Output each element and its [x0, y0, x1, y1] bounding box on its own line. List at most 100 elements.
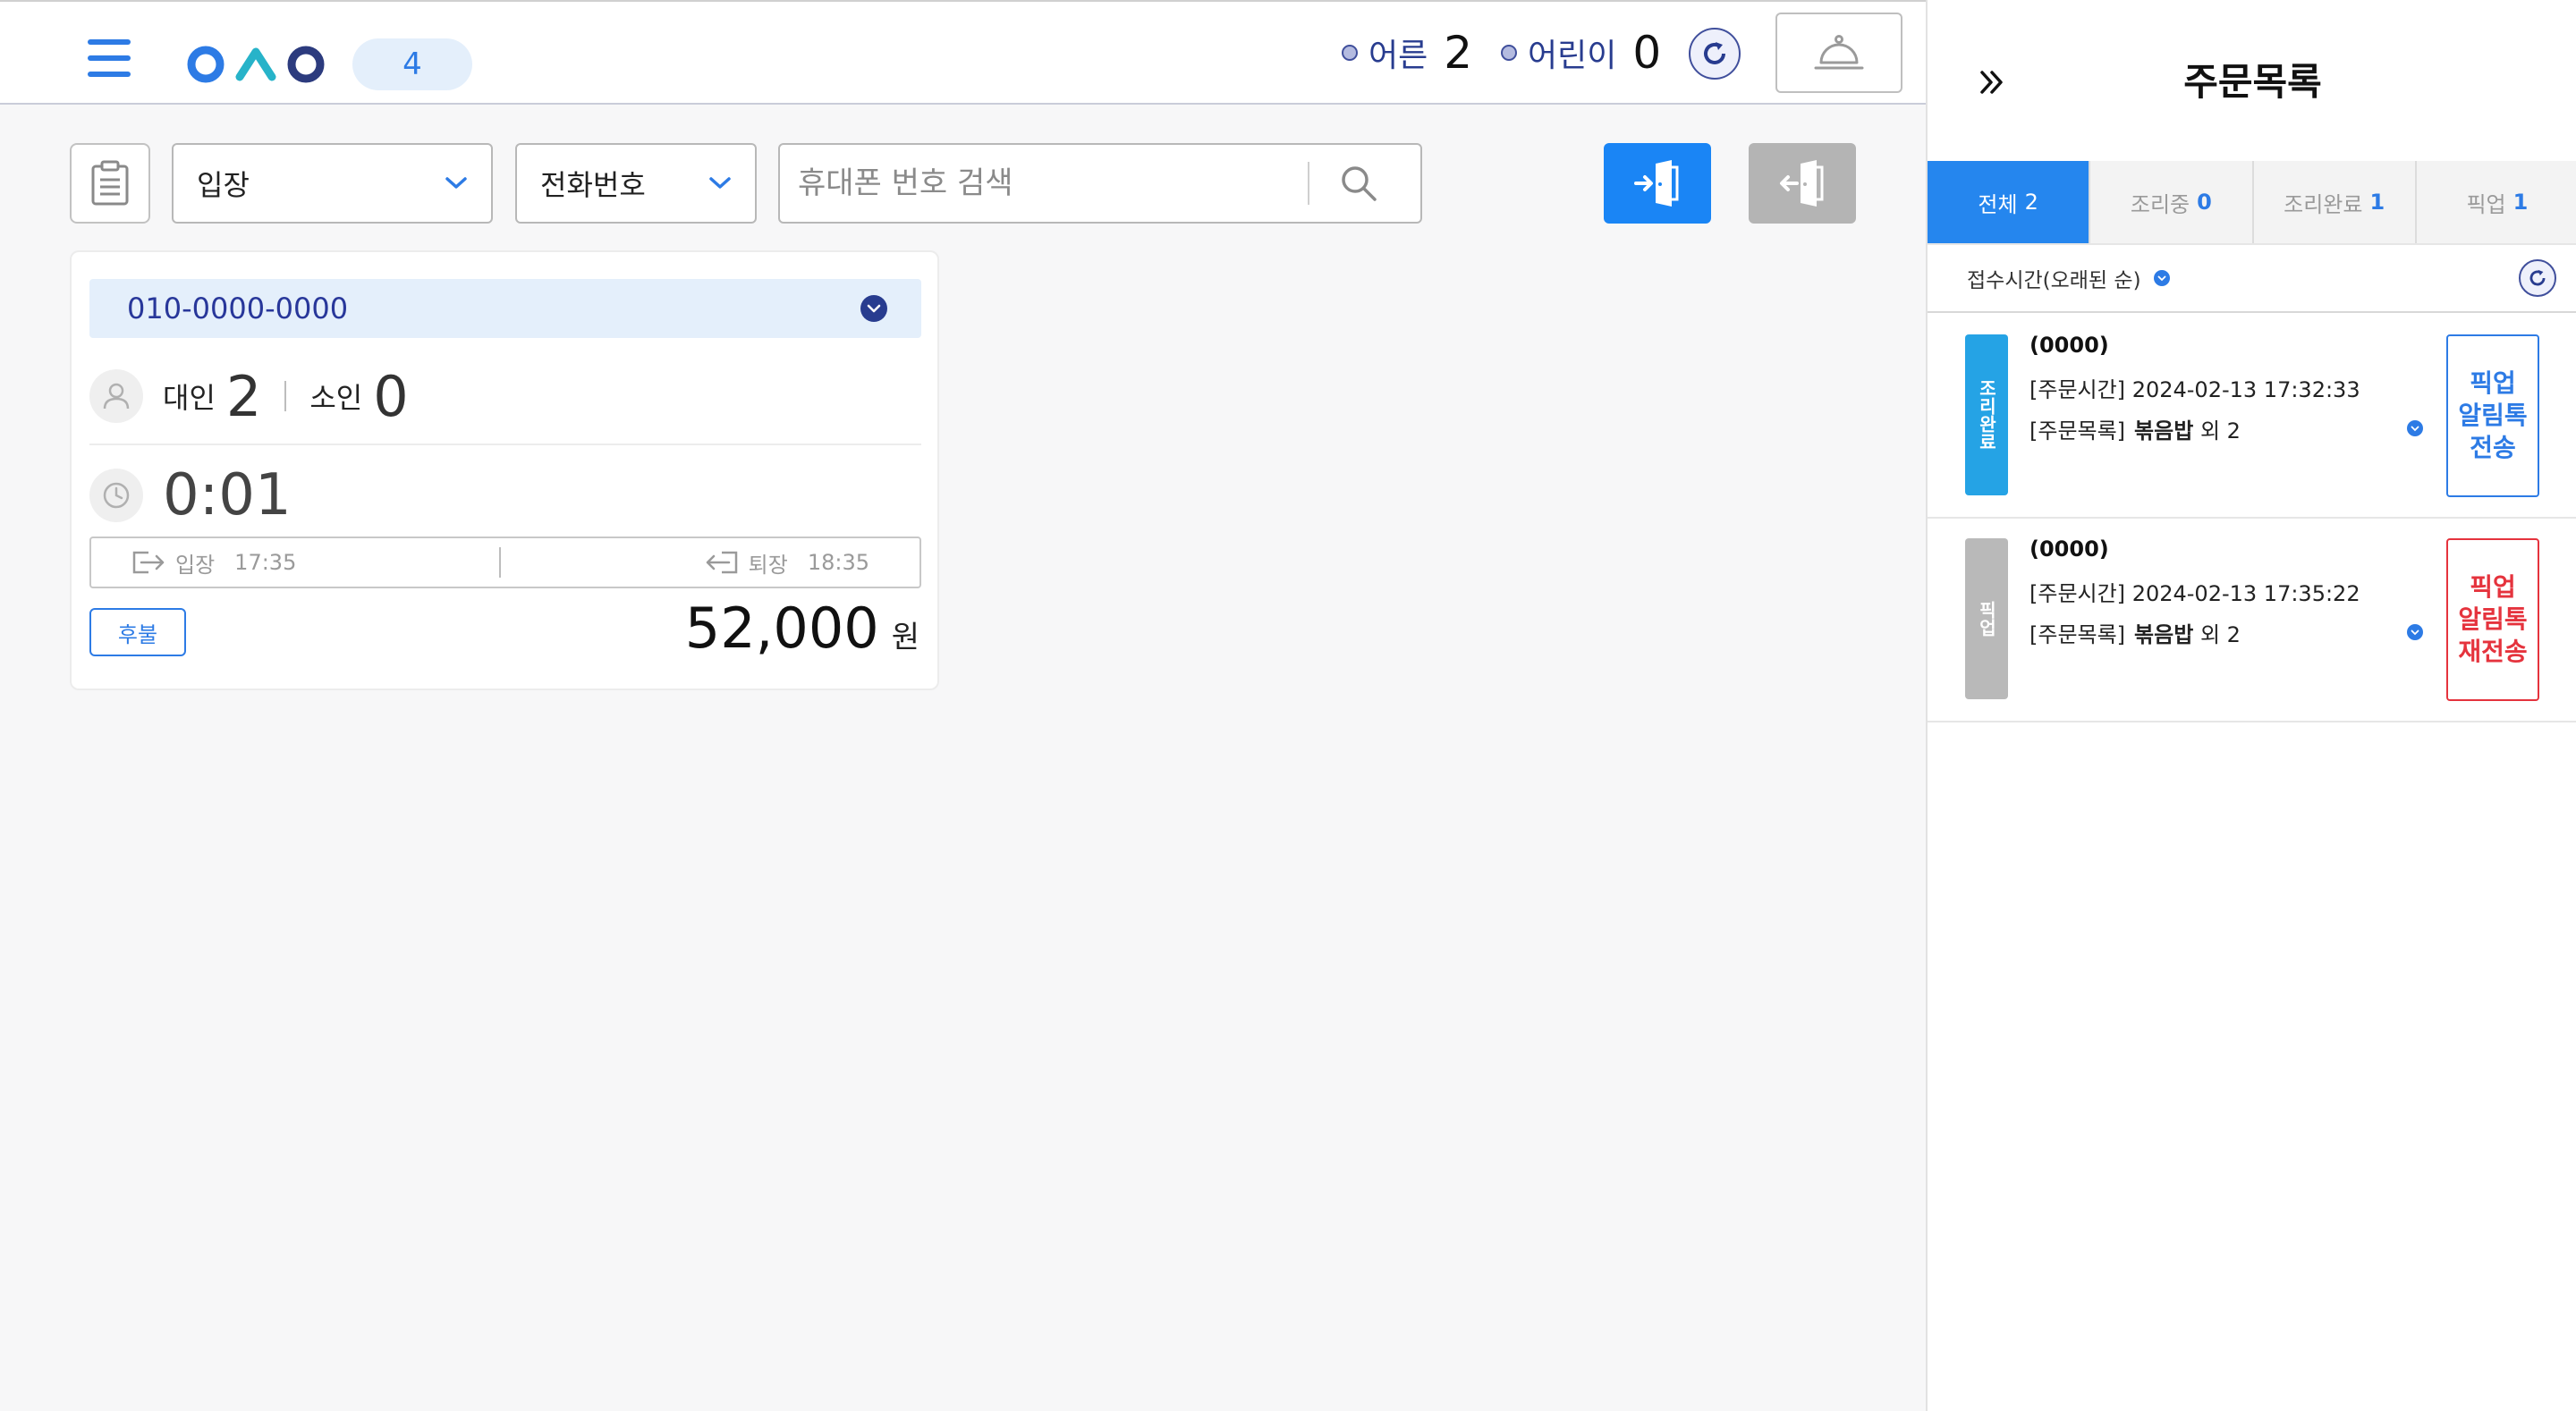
- order-id: (0000): [2029, 537, 2109, 562]
- refresh-button[interactable]: [1689, 28, 1741, 80]
- tab-cooked[interactable]: 조리완료 1: [2253, 161, 2417, 243]
- calendar-button[interactable]: [70, 143, 150, 224]
- order-time-value: 2024-02-13 17:32:33: [2131, 377, 2360, 402]
- adult-counter: 어른 2: [1342, 27, 1472, 79]
- tab-label: 전체: [1978, 191, 2018, 217]
- refresh-icon: [1704, 42, 1725, 64]
- order-menu-item: 볶음밥: [2134, 418, 2194, 444]
- search-icon: [1342, 166, 1377, 201]
- chevron-down-icon[interactable]: [2407, 624, 2423, 640]
- card-entry-exit-bar: 입장 17:35 퇴장 18:35: [89, 537, 921, 588]
- order-time-value: 2024-02-13 17:35:22: [2131, 581, 2360, 606]
- entry-label: 입장: [175, 552, 216, 578]
- price-currency: 원: [891, 620, 919, 655]
- child-count: 0: [1632, 27, 1662, 79]
- child-counter: 어린이 0: [1501, 27, 1661, 79]
- tab-label: 조리중: [2130, 191, 2190, 217]
- oao-logo[interactable]: [186, 41, 329, 88]
- exit-time: 18:35: [807, 550, 869, 575]
- order-status-bar: 픽업: [1965, 538, 2008, 699]
- adult-count: 2: [1444, 27, 1473, 79]
- order-menu-more: 외 2: [2199, 622, 2241, 647]
- order-tabs: 전체 2 조리중 0 조리완료 1 픽업 1: [1928, 161, 2576, 245]
- list-refresh-button[interactable]: [2519, 259, 2556, 297]
- sort-label: 접수시간(오래된 순): [1967, 269, 2141, 292]
- door-exit-icon: [1780, 160, 1824, 207]
- tab-count: 1: [2369, 190, 2385, 215]
- sort-select[interactable]: 접수시간(오래된 순): [1967, 263, 2170, 293]
- order-time-label: [주문시간]: [2029, 581, 2126, 606]
- card-adult-count: 2: [225, 363, 262, 429]
- pickup-resend-button[interactable]: 픽업 알림톡 재전송: [2446, 538, 2539, 701]
- person-icon: [89, 369, 143, 423]
- refresh-icon: [2529, 269, 2546, 286]
- card-people-row: 대인 2 소인 0: [89, 363, 409, 429]
- entry-icon: [132, 551, 165, 574]
- chevron-down-icon: [445, 177, 467, 189]
- chevron-down-icon[interactable]: [860, 295, 887, 322]
- tab-cooking[interactable]: 조리중 0: [2090, 161, 2254, 243]
- order-menu-label: [주문목록]: [2029, 622, 2126, 647]
- order-menu-label: [주문목록]: [2029, 418, 2126, 444]
- card-elapsed-row: 0:01: [89, 460, 292, 531]
- sort-row: 접수시간(오래된 순): [1928, 245, 2576, 313]
- card-phone-bar[interactable]: 010-0000-0000: [89, 279, 921, 338]
- search-input[interactable]: [780, 165, 1308, 201]
- order-time: [주문시간] 2024-02-13 17:32:33: [2029, 372, 2360, 403]
- chevron-down-icon: [709, 177, 731, 189]
- hamburger-icon[interactable]: [88, 39, 131, 77]
- tab-all[interactable]: 전체 2: [1928, 161, 2091, 243]
- order-menu: [주문목록] 볶음밥 외 2: [2029, 617, 2241, 648]
- card-child-label: 소인: [309, 381, 363, 415]
- child-dot-icon: [1501, 45, 1517, 61]
- search-button[interactable]: [1309, 143, 1408, 224]
- panel-title: 주문목록: [2183, 60, 2322, 104]
- tab-count: 1: [2512, 190, 2529, 215]
- exit-button[interactable]: [1749, 143, 1856, 224]
- payment-badge[interactable]: 후불: [89, 608, 186, 656]
- exit-icon: [706, 551, 737, 574]
- card-phone-number: 010-0000-0000: [127, 291, 349, 325]
- tab-pickup[interactable]: 픽업 1: [2416, 161, 2576, 243]
- order-menu: [주문목록] 볶음밥 외 2: [2029, 413, 2241, 444]
- order-list-panel: 주문목록 전체 2 조리중 0 조리완료 1 픽업 1 접수시간(오래된 순): [1926, 0, 2576, 1411]
- price-amount: 52,000: [684, 596, 879, 661]
- card-price: 52,000 원: [685, 596, 919, 661]
- type-select[interactable]: 전화번호: [515, 143, 757, 224]
- card-elapsed-time: 0:01: [163, 462, 292, 528]
- order-id: (0000): [2029, 333, 2109, 358]
- tab-count: 0: [2197, 190, 2212, 215]
- tab-label: 픽업: [2466, 191, 2506, 217]
- order-time-label: [주문시간]: [2029, 377, 2126, 402]
- exit-label: 퇴장: [748, 552, 788, 578]
- order-status-bar: 조리완료: [1965, 334, 2008, 495]
- card-child-count: 0: [373, 363, 409, 429]
- order-item[interactable]: 조리완료 (0000) [주문시간] 2024-02-13 17:32:33 […: [1928, 315, 2576, 519]
- enter-button[interactable]: [1604, 143, 1711, 224]
- order-item[interactable]: 픽업 (0000) [주문시간] 2024-02-13 17:35:22 [주문…: [1928, 519, 2576, 722]
- phone-search-box: [778, 143, 1422, 224]
- divider: [284, 381, 287, 411]
- entry-info: 입장 17:35: [91, 547, 499, 579]
- status-select[interactable]: 입장: [172, 143, 493, 224]
- customer-card[interactable]: 010-0000-0000 대인 2 소인 0 0:01 입장 17:35 퇴장…: [70, 250, 939, 690]
- chevron-down-icon: [2153, 270, 2170, 286]
- type-select-value: 전화번호: [540, 168, 646, 202]
- call-bell-button[interactable]: [1775, 13, 1902, 93]
- chevron-down-icon[interactable]: [2407, 420, 2423, 436]
- door-enter-icon: [1634, 160, 1679, 207]
- count-badge: 4: [352, 38, 472, 90]
- service-bell-icon: [1814, 35, 1864, 70]
- calendar-icon: [91, 160, 129, 206]
- exit-info: 퇴장 18:35: [501, 547, 919, 579]
- clock-icon: [89, 469, 143, 522]
- adult-label: 어른: [1368, 38, 1428, 74]
- card-adult-label: 대인: [163, 381, 216, 415]
- tab-label: 조리완료: [2284, 191, 2363, 217]
- order-time: [주문시간] 2024-02-13 17:35:22: [2029, 576, 2360, 607]
- entry-time: 17:35: [234, 550, 297, 575]
- tab-count: 2: [2024, 190, 2038, 215]
- divider: [89, 444, 921, 445]
- pickup-notify-button[interactable]: 픽업 알림톡 전송: [2446, 334, 2539, 497]
- order-menu-more: 외 2: [2199, 418, 2241, 444]
